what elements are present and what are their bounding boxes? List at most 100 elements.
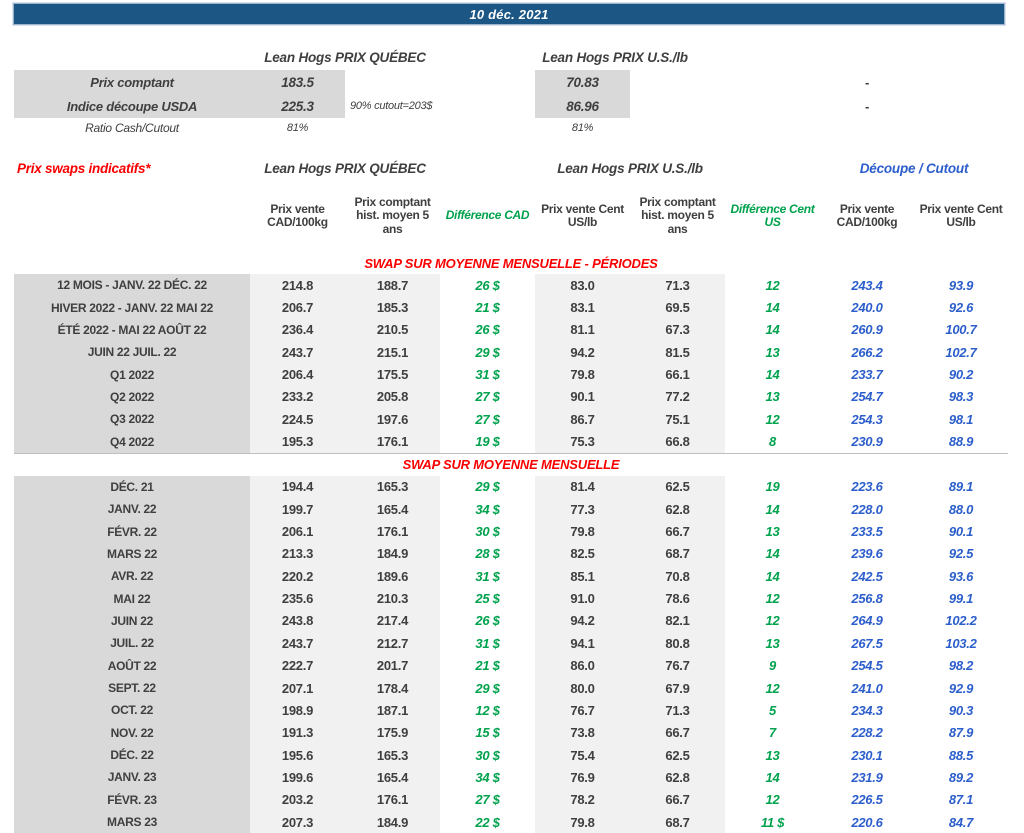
cutout-cad: 230.1 [851, 747, 883, 763]
cutout-cad: 256.8 [851, 591, 883, 607]
date-banner: 10 déc. 2021 [12, 2, 1006, 26]
cutout-cad: 240.0 [851, 300, 883, 316]
prix-comptant-hist-us: 62.8 [630, 766, 725, 789]
prix-vente-cad: 235.6 [250, 587, 345, 610]
spot-value-quebec: 183.5 [250, 70, 345, 94]
column-header-difference-us: Différence Cent US [730, 201, 815, 229]
prix-vente-us: 79.8 [535, 810, 630, 833]
difference-us: 13 [765, 344, 780, 360]
difference-cad: 26 $ [475, 613, 500, 629]
prix-vente-us: 76.7 [535, 699, 630, 722]
prix-comptant-hist-us: 68.7 [630, 810, 725, 833]
table-row: Q3 2022 224.5 197.6 27 $ 86.7 75.1 12 254.3 98.1 [14, 408, 1008, 431]
prix-comptant-hist-us: 67.9 [630, 676, 725, 700]
cutout-cad: 254.3 [851, 411, 883, 427]
cutout-cad: 223.6 [851, 479, 883, 495]
prix-comptant-hist-cad: 176.1 [345, 520, 440, 543]
cutout-cad: 254.7 [851, 389, 883, 405]
cutout-cad: 220.6 [851, 814, 883, 830]
prix-vente-us: 91.0 [535, 587, 630, 610]
prix-comptant-hist-us: 77.2 [630, 385, 725, 409]
prix-vente-cad: 213.3 [250, 542, 345, 566]
prix-comptant-hist-cad: 187.1 [345, 699, 440, 722]
cutout-us: 89.1 [948, 479, 974, 495]
cutout-cad: 264.9 [851, 613, 883, 629]
prix-vente-cad: 243.8 [250, 609, 345, 633]
prix-comptant-hist-cad: 165.4 [345, 498, 440, 521]
difference-us: 12 [765, 411, 780, 427]
difference-us: 11 $ [760, 814, 785, 830]
row-label: JANV. 23 [14, 766, 250, 789]
table-row: MARS 23 207.3 184.9 22 $ 79.8 68.7 11 $ 220.6 84… [14, 810, 1008, 833]
difference-cad: 26 $ [475, 322, 500, 338]
price-report-page: 10 déc. 2021 Lean Hogs PRIX QUÉBEC Lean … [0, 0, 1024, 833]
cutout-cad: 228.0 [851, 501, 883, 517]
cutout-cad: 260.9 [851, 322, 883, 338]
cutout-us: 102.2 [945, 613, 977, 629]
cutout-us: 98.3 [948, 389, 974, 405]
table-row: FÉVR. 23 203.2 176.1 27 $ 78.2 66.7 12 226.5 87.… [14, 788, 1008, 811]
prix-comptant-hist-us: 71.3 [630, 699, 725, 722]
difference-cad: 31 $ [475, 568, 500, 584]
prix-comptant-hist-us: 68.7 [630, 542, 725, 566]
cutout-cad: 231.9 [851, 769, 883, 785]
row-label: ÉTÉ 2022 - MAI 22 AOÛT 22 [14, 318, 250, 342]
table-row: ÉTÉ 2022 - MAI 22 AOÛT 22 236.4 210.5 26 $ 8… [14, 318, 1008, 342]
row-label: JANV. 22 [14, 498, 250, 521]
difference-us: 5 [769, 702, 776, 718]
difference-cad: 25 $ [475, 591, 500, 607]
difference-us: 12 [765, 613, 780, 629]
prix-vente-cad: 194.4 [250, 475, 345, 499]
prix-comptant-hist-cad: 188.7 [345, 274, 440, 297]
prix-comptant-hist-cad: 184.9 [345, 542, 440, 566]
prix-vente-cad: 236.4 [250, 318, 345, 342]
spot-value-us: 86.96 [535, 94, 630, 118]
table-row: Q2 2022 233.2 205.8 27 $ 90.1 77.2 13 254.7 98.3 [14, 385, 1008, 409]
prix-comptant-hist-us: 66.8 [630, 430, 725, 453]
prix-vente-us: 79.8 [535, 520, 630, 543]
difference-us: 9 [769, 658, 776, 674]
cutout-cad: 234.3 [851, 702, 883, 718]
table-row: JUIN 22 243.8 217.4 26 $ 94.2 82.1 12 264.9 102.… [14, 609, 1008, 633]
row-label: MARS 23 [14, 810, 250, 833]
prix-comptant-hist-cad: 205.8 [345, 385, 440, 409]
spot-value-us: 70.83 [535, 70, 630, 94]
difference-cad: 21 $ [475, 300, 500, 316]
report-date: 10 déc. 2021 [469, 6, 549, 22]
prix-comptant-hist-cad: 178.4 [345, 676, 440, 700]
difference-us: 12 [765, 591, 780, 607]
cutout-us: 87.9 [948, 725, 974, 741]
row-label: AVR. 22 [14, 565, 250, 588]
cutout-us: 103.2 [945, 635, 977, 651]
cutout-cad: 243.4 [851, 277, 883, 293]
swaps-cutout-title: Découpe / Cutout [859, 160, 969, 176]
table-row: JANV. 23 199.6 165.4 34 $ 76.9 62.8 14 231.9 89.… [14, 766, 1008, 789]
spot-summary: Prix comptant 183.5 70.83 - Indice décou… [14, 70, 1008, 138]
spot-note-cutout: 90% cutout=203$ [350, 100, 433, 112]
difference-cad: 29 $ [475, 479, 500, 495]
prix-comptant-hist-us: 66.1 [630, 363, 725, 386]
prix-vente-us: 76.9 [535, 766, 630, 789]
prix-vente-cad: 206.4 [250, 363, 345, 386]
row-label: 12 MOIS - JANV. 22 DÉC. 22 [14, 274, 250, 297]
prix-comptant-hist-us: 66.7 [630, 520, 725, 543]
difference-us: 14 [765, 769, 780, 785]
prix-comptant-hist-cad: 210.5 [345, 318, 440, 342]
cutout-cad: 242.5 [851, 568, 883, 584]
cutout-us: 98.1 [948, 411, 974, 427]
prix-comptant-hist-cad: 184.9 [345, 810, 440, 833]
difference-us: 14 [765, 546, 780, 562]
prix-vente-cad: 195.3 [250, 430, 345, 453]
cutout-us: 87.1 [948, 792, 974, 808]
column-header-cutout-cad: Prix vente CAD/100kg [836, 201, 898, 229]
spot-row-ratio: Ratio Cash/Cutout 81% 81% [14, 118, 1008, 138]
prix-comptant-hist-cad: 165.3 [345, 743, 440, 767]
cutout-us: 100.7 [945, 322, 977, 338]
table-row: 12 MOIS - JANV. 22 DÉC. 22 214.8 188.7 26 $… [14, 274, 1008, 297]
table-row: JANV. 22 199.7 165.4 34 $ 77.3 62.8 14 228.0 88.… [14, 498, 1008, 521]
spot-label: Prix comptant [14, 70, 250, 94]
difference-us: 13 [765, 747, 780, 763]
difference-cad: 27 $ [475, 792, 500, 808]
row-label: Q1 2022 [14, 363, 250, 386]
prix-comptant-hist-cad: 189.6 [345, 565, 440, 588]
